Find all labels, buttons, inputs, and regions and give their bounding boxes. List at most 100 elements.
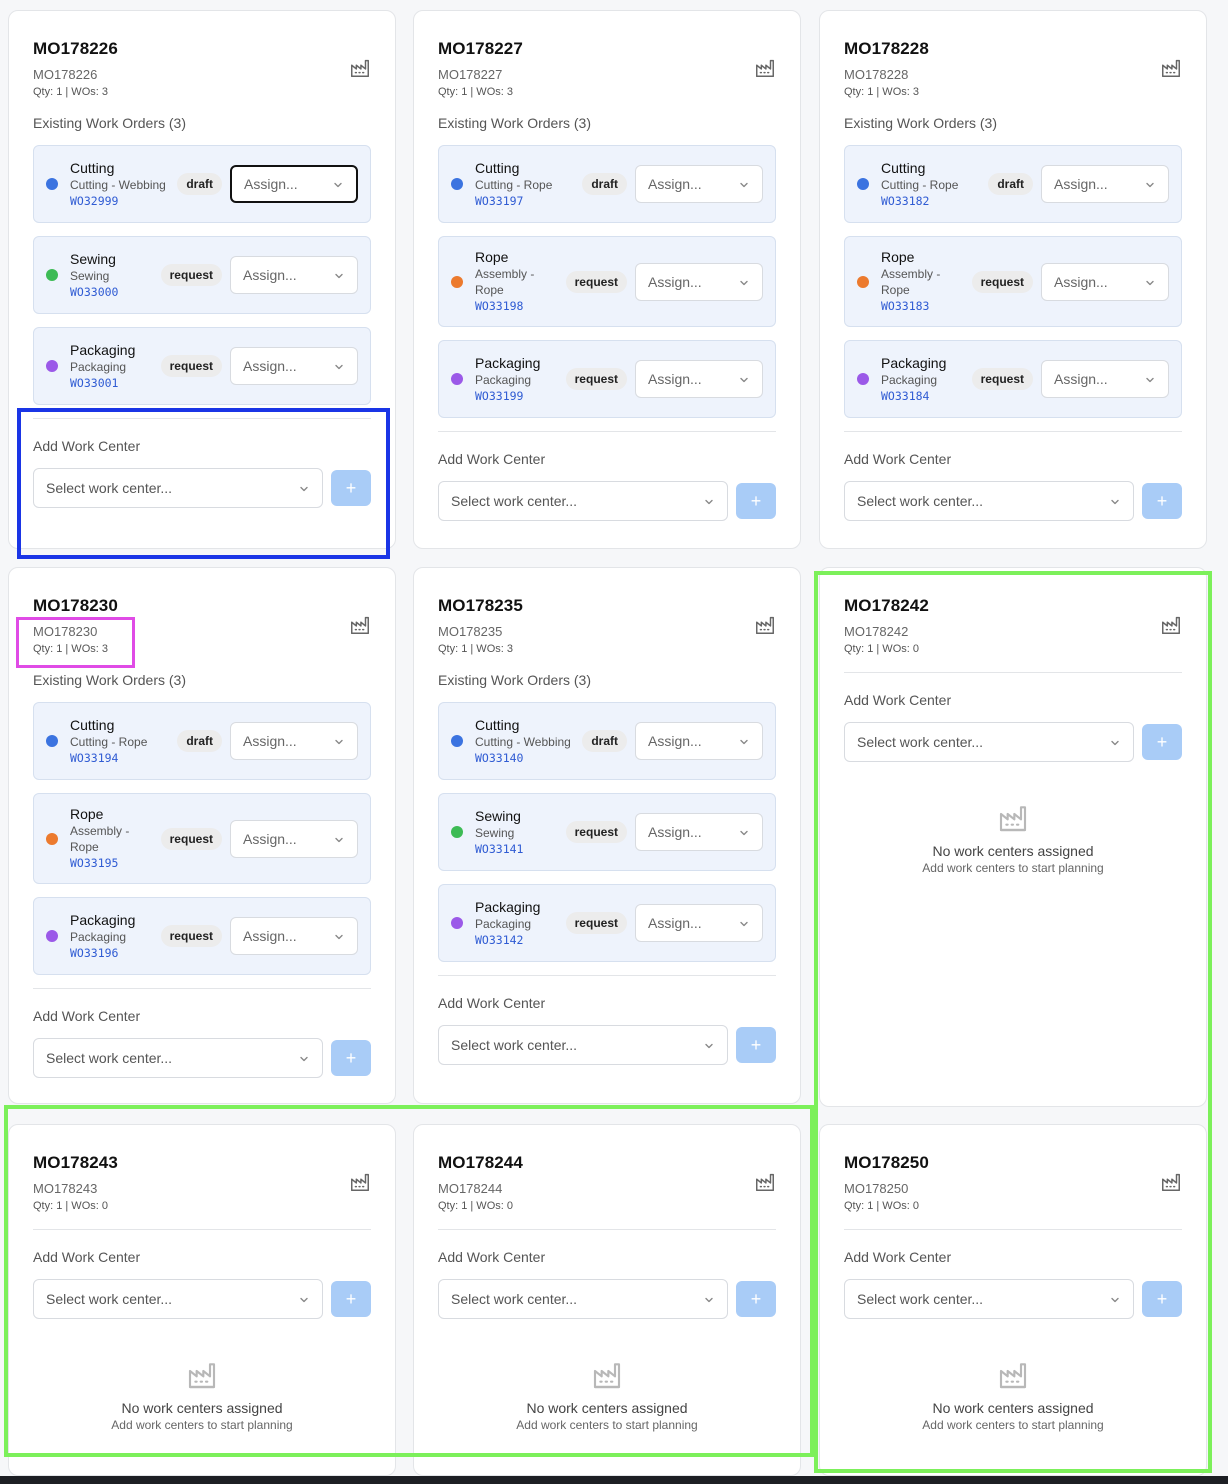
work-order-item: Sewing Sewing WO33000 request Assign... [33,236,371,314]
add-work-center-button[interactable]: + [736,1027,776,1063]
assign-select[interactable]: Assign... [230,917,358,955]
work-center-select[interactable]: Select work center... [438,1279,728,1319]
factory-icon[interactable] [349,1171,371,1193]
add-work-center-row: Select work center... + [438,481,776,521]
mo-title: MO178235 [438,596,523,615]
assign-select[interactable]: Assign... [635,165,763,203]
assign-select[interactable]: Assign... [635,904,763,942]
factory-icon[interactable] [349,614,371,636]
divider [33,1229,371,1230]
work-order-code[interactable]: WO33196 [70,945,161,961]
work-order-code[interactable]: WO33142 [475,932,566,948]
work-center-select[interactable]: Select work center... [844,481,1134,521]
add-work-center-label: Add Work Center [844,1249,952,1265]
mo-subtitle: MO178227 [438,67,503,82]
work-order-name: Cutting [70,716,115,733]
mo-card: MO178250 MO178250 Qty: 1 | WOs: 0 Add Work … [819,1124,1207,1476]
work-order-code[interactable]: WO33001 [70,375,161,391]
assign-select[interactable]: Assign... [230,819,358,858]
add-work-center-button[interactable]: + [331,1040,371,1076]
factory-icon[interactable] [1160,1171,1182,1193]
work-center-select[interactable]: Select work center... [33,1279,323,1319]
work-center-select[interactable]: Select work center... [844,1279,1134,1319]
chevron-down-icon [333,735,345,747]
empty-state: No work centers assigned Add work centers… [844,802,1182,876]
mo-title: MO178250 [844,1153,929,1172]
assign-select[interactable]: Assign... [230,256,358,294]
factory-icon[interactable] [349,57,371,79]
work-order-code[interactable]: WO33195 [70,855,161,871]
work-order-list: Cutting Cutting - Webbing WO33140 draft Assi… [438,702,776,962]
card-header: MO178226 MO178226 Qty: 1 | WOs: 3 [33,11,371,99]
mo-card: MO178230 MO178230 Qty: 1 | WOs: 3 Existing … [8,567,396,1104]
work-center-select[interactable]: Select work center... [844,722,1134,762]
assign-select-value: Assign... [1054,371,1108,387]
factory-icon[interactable] [754,614,776,636]
factory-icon[interactable] [1160,57,1182,79]
assign-select-value: Assign... [648,176,702,192]
add-work-center-button[interactable]: + [331,1281,371,1317]
add-work-center-button[interactable]: + [736,483,776,519]
add-work-center-button[interactable]: + [736,1281,776,1317]
add-work-center-button[interactable]: + [1142,1281,1182,1317]
mo-title: MO178244 [438,1153,523,1172]
work-order-code[interactable]: WO33197 [475,193,582,209]
status-badge: request [565,368,627,390]
work-order-code[interactable]: WO33198 [475,298,566,314]
work-order-code[interactable]: WO33140 [475,750,582,766]
add-work-center-row: Select work center... + [438,1279,776,1319]
assign-select[interactable]: Assign... [1041,165,1169,203]
factory-icon[interactable] [1160,614,1182,636]
mo-qty-summary: Qty: 1 | WOs: 0 [438,1200,513,1212]
mo-subtitle: MO178250 [844,1181,909,1196]
work-order-list: Cutting Cutting - Rope WO33182 draft Assign.… [844,145,1182,418]
existing-work-orders-label: Existing Work Orders (3) [33,672,186,688]
assign-select[interactable]: Assign... [230,347,358,385]
divider [33,418,371,419]
work-order-info: Cutting Cutting - Webbing WO33140 [475,717,582,766]
work-order-name: Cutting [475,716,520,733]
work-center-select-placeholder: Select work center... [451,493,578,509]
status-badge: draft [177,730,222,752]
work-order-code[interactable]: WO33183 [881,298,972,314]
assign-select[interactable]: Assign... [1041,262,1169,301]
assign-select[interactable]: Assign... [635,360,763,398]
work-center-select[interactable]: Select work center... [438,481,728,521]
assign-select[interactable]: Assign... [635,722,763,760]
assign-select[interactable]: Assign... [635,262,763,301]
work-order-code[interactable]: WO33194 [70,750,177,766]
assign-select[interactable]: Assign... [1041,360,1169,398]
work-order-code[interactable]: WO33141 [475,841,566,857]
add-work-center-label: Add Work Center [438,1249,546,1265]
work-center-select[interactable]: Select work center... [438,1025,728,1065]
assign-select-value: Assign... [648,733,702,749]
work-order-code[interactable]: WO33199 [475,388,566,404]
status-badge: request [160,925,222,947]
chevron-down-icon [703,1039,715,1051]
mo-qty-summary: Qty: 1 | WOs: 0 [844,643,919,655]
factory-icon [591,1359,623,1391]
divider [844,1229,1182,1230]
work-order-code[interactable]: WO33184 [881,388,972,404]
divider [438,1229,776,1230]
work-center-select[interactable]: Select work center... [33,1038,323,1078]
assign-select-value: Assign... [648,915,702,931]
work-order-item: Rope Assembly - Rope WO33198 request Assign.… [438,236,776,327]
work-order-code[interactable]: WO33182 [881,193,988,209]
add-work-center-button[interactable]: + [1142,483,1182,519]
assign-select[interactable]: Assign... [230,722,358,760]
divider [33,988,371,989]
work-order-info: Cutting Cutting - Rope WO33194 [70,717,177,766]
work-center-select[interactable]: Select work center... [33,468,323,508]
add-work-center-button[interactable]: + [331,470,371,506]
mo-title: MO178228 [844,39,929,58]
mo-title: MO178230 [33,596,118,615]
assign-select[interactable]: Assign... [635,813,763,851]
work-order-code[interactable]: WO33000 [70,284,161,300]
work-order-code[interactable]: WO32999 [70,193,177,209]
mo-subtitle: MO178235 [438,624,503,639]
assign-select[interactable]: Assign... [230,165,358,203]
add-work-center-button[interactable]: + [1142,724,1182,760]
factory-icon[interactable] [754,57,776,79]
factory-icon[interactable] [754,1171,776,1193]
